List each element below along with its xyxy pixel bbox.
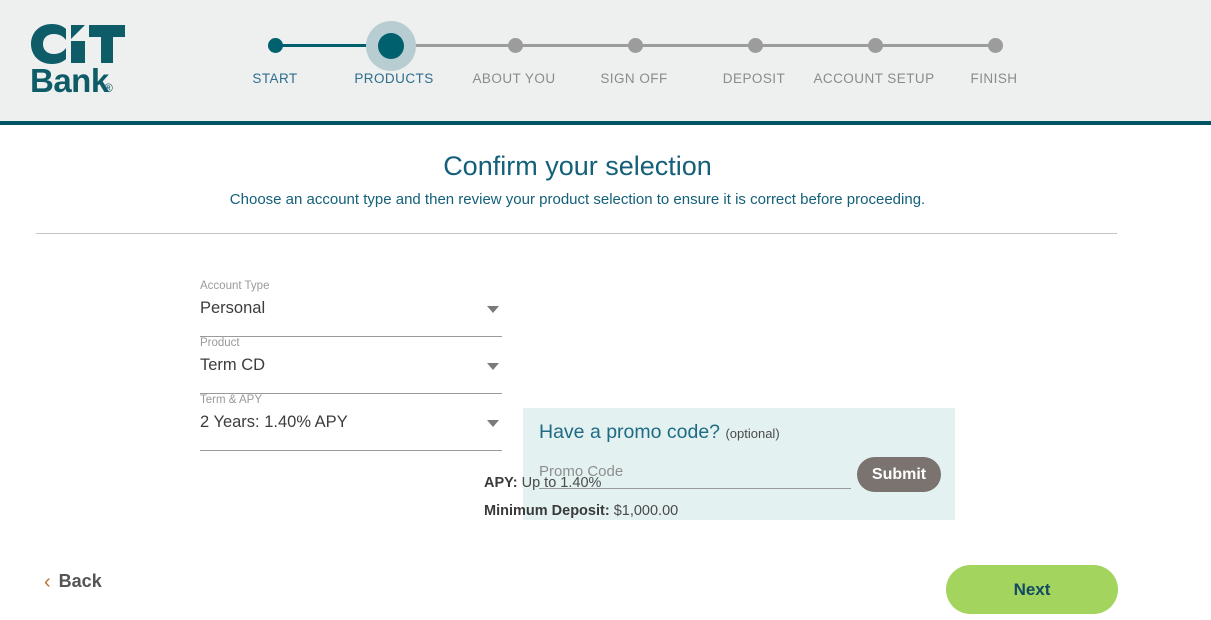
stepper-label-deposit[interactable]: DEPOSIT (723, 71, 785, 86)
main-content: Confirm your selection Choose an account… (0, 125, 1211, 616)
section-divider (36, 233, 1117, 234)
product-selection-form: Account Type Personal Product Term CD Te… (200, 280, 502, 451)
product-select[interactable]: Product Term CD (200, 337, 502, 394)
stepper-dot-account-setup[interactable] (868, 38, 883, 53)
term-apy-label: Term & APY (200, 394, 262, 406)
stepper-label-start[interactable]: START (252, 71, 297, 86)
account-type-select[interactable]: Account Type Personal (200, 280, 502, 337)
apy-value: Up to 1.40% (521, 475, 602, 491)
back-button[interactable]: ‹ Back (44, 571, 102, 592)
back-button-label: Back (58, 571, 102, 591)
chevron-down-icon[interactable] (487, 420, 499, 427)
promo-code-optional-text: (optional) (725, 426, 780, 441)
minimum-deposit-label: Minimum Deposit: (484, 503, 610, 519)
product-label: Product (200, 337, 240, 349)
product-details: APY: Up to 1.40% Minimum Deposit: $1,000… (484, 469, 678, 525)
minimum-deposit-value: $1,000.00 (613, 503, 679, 519)
page-subtitle: Choose an account type and then review y… (229, 191, 926, 208)
term-apy-value: 2 Years: 1.40% APY (200, 413, 348, 431)
term-apy-select[interactable]: Term & APY 2 Years: 1.40% APY (200, 394, 502, 451)
product-value: Term CD (200, 356, 266, 374)
minimum-deposit-row: Minimum Deposit: $1,000.00 (484, 497, 678, 525)
page-header: Bank ® START PRODUCTS ABOUT YOU SIGN OFF… (0, 0, 1211, 125)
chevron-down-icon[interactable] (487, 363, 499, 370)
stepper-dot-products[interactable] (378, 33, 404, 59)
apy-label: APY: (484, 475, 518, 491)
promo-code-title: Have a promo code? (optional) (539, 421, 780, 444)
stepper-label-about-you[interactable]: ABOUT YOU (472, 71, 555, 86)
stepper-label-sign-off[interactable]: SIGN OFF (600, 71, 667, 86)
stepper-label-products[interactable]: PRODUCTS (354, 71, 433, 86)
stepper-track-remaining (391, 44, 995, 47)
stepper-dot-deposit[interactable] (748, 38, 763, 53)
progress-stepper: START PRODUCTS ABOUT YOU SIGN OFF DEPOSI… (0, 0, 1211, 125)
stepper-dot-sign-off[interactable] (628, 38, 643, 53)
stepper-dot-start[interactable] (268, 38, 283, 53)
chevron-left-icon: ‹ (44, 570, 51, 593)
chevron-down-icon[interactable] (487, 306, 499, 313)
page-title: Confirm your selection (443, 151, 712, 181)
promo-code-title-text: Have a promo code? (539, 421, 721, 443)
stepper-label-finish[interactable]: FINISH (971, 71, 1018, 86)
account-type-value: Personal (200, 299, 266, 317)
account-type-label: Account Type (200, 280, 270, 292)
next-button[interactable]: Next (946, 565, 1118, 614)
promo-submit-button[interactable]: Submit (857, 457, 941, 492)
apy-row: APY: Up to 1.40% (484, 469, 678, 497)
stepper-dot-about-you[interactable] (508, 38, 523, 53)
stepper-label-account-setup[interactable]: ACCOUNT SETUP (813, 71, 934, 86)
stepper-dot-finish[interactable] (988, 38, 1003, 53)
